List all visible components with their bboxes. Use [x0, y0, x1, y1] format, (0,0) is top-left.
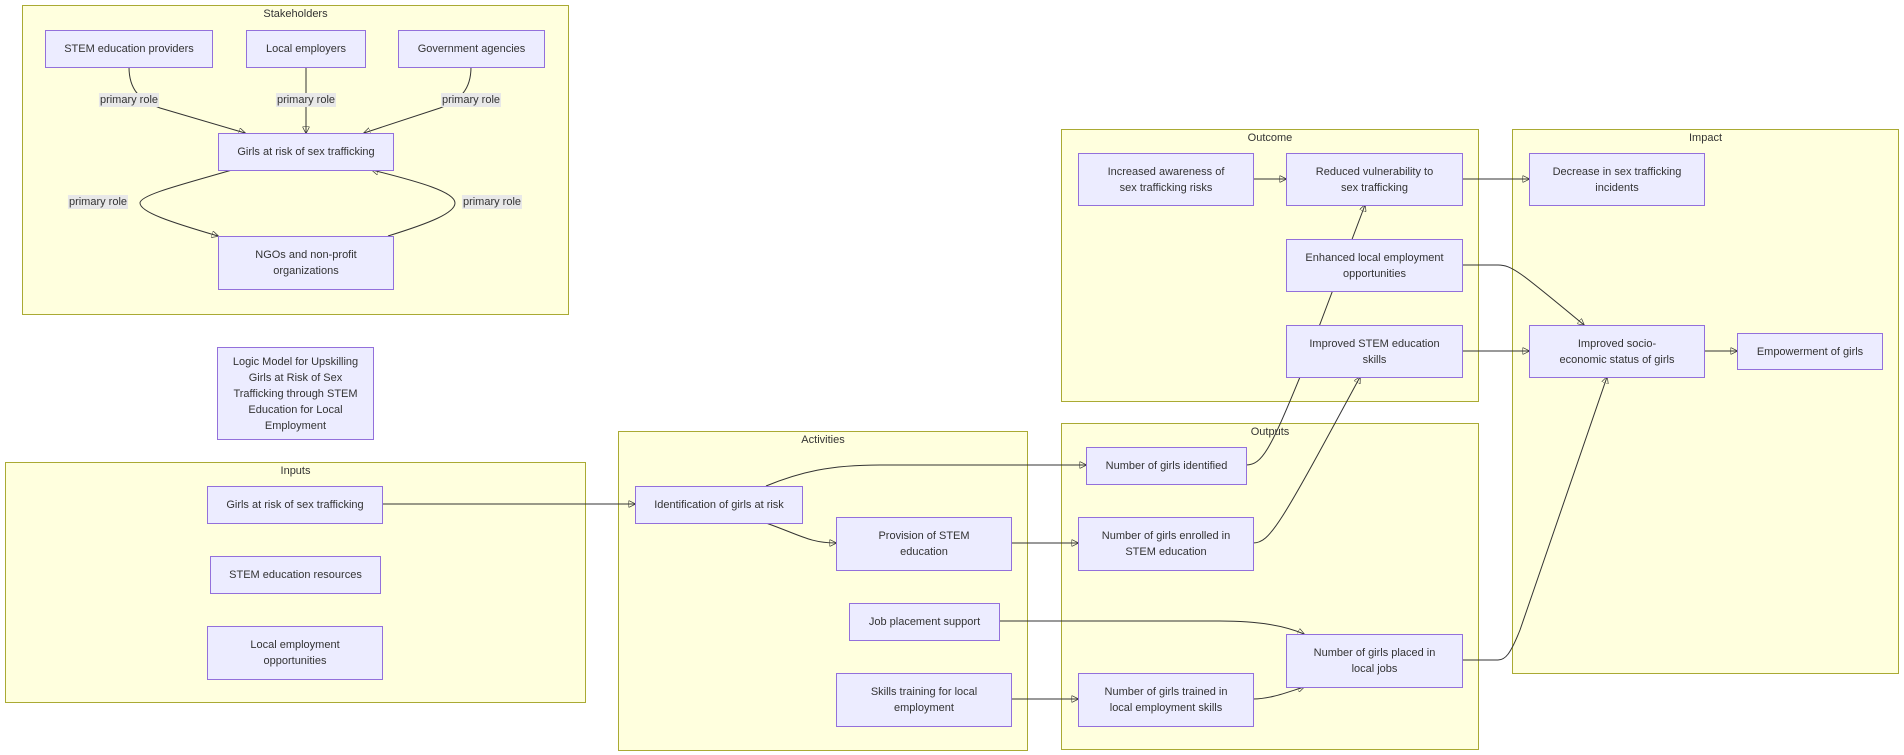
cluster-title-activities: Activities	[801, 434, 845, 446]
node-empowerment-of-girls[interactable]: Empowerment of girls	[1737, 333, 1883, 370]
node-job-placement-support[interactable]: Job placement support	[849, 603, 1000, 641]
node-provision-of-stem[interactable]: Provision of STEM education	[836, 517, 1012, 571]
node-stem-education-resources[interactable]: STEM education resources	[210, 556, 381, 594]
node-reduced-vulnerability[interactable]: Reduced vulnerability to sex trafficking	[1286, 153, 1463, 206]
node-enhanced-employment[interactable]: Enhanced local employment opportunities	[1286, 239, 1463, 292]
edge-label-stem-to-girls: primary role	[98, 93, 160, 107]
node-local-employers[interactable]: Local employers	[246, 30, 366, 68]
node-number-trained[interactable]: Number of girls trained in local employm…	[1078, 673, 1254, 727]
cluster-impact: Impact	[1512, 129, 1899, 674]
edge-label-ngos-to-girls: primary role	[461, 195, 523, 209]
cluster-title-outcome: Outcome	[1247, 132, 1293, 144]
edge-label-employers-to-girls: primary role	[275, 93, 337, 107]
node-local-employment-opportunities[interactable]: Local employment opportunities	[207, 626, 383, 680]
diagram-title-node: Logic Model for Upskilling Girls at Risk…	[217, 347, 374, 440]
node-decrease-incidents[interactable]: Decrease in sex trafficking incidents	[1529, 153, 1705, 206]
node-government-agencies[interactable]: Government agencies	[398, 30, 545, 68]
node-identification-of-girls[interactable]: Identification of girls at risk	[635, 486, 803, 524]
cluster-title-impact: Impact	[1688, 132, 1722, 144]
node-ngos[interactable]: NGOs and non-profit organizations	[218, 236, 394, 290]
node-number-identified[interactable]: Number of girls identified	[1086, 447, 1247, 485]
node-number-enrolled[interactable]: Number of girls enrolled in STEM educati…	[1078, 517, 1254, 571]
cluster-title-outputs: Outputs	[1250, 426, 1290, 438]
cluster-title-inputs: Inputs	[280, 465, 311, 477]
node-skills-training[interactable]: Skills training for local employment	[836, 673, 1012, 727]
edge-label-gov-to-girls: primary role	[440, 93, 502, 107]
cluster-title-stakeholders: Stakeholders	[263, 8, 328, 20]
edge-label-girls-to-ngos: primary role	[67, 195, 129, 209]
node-girls-at-risk-stakeholder[interactable]: Girls at risk of sex trafficking	[218, 133, 394, 171]
node-improved-stem-skills[interactable]: Improved STEM education skills	[1286, 325, 1463, 378]
node-increased-awareness[interactable]: Increased awareness of sex trafficking r…	[1078, 153, 1254, 206]
node-stem-education-providers[interactable]: STEM education providers	[45, 30, 213, 68]
node-number-placed[interactable]: Number of girls placed in local jobs	[1286, 634, 1463, 688]
node-girls-at-risk-input[interactable]: Girls at risk of sex trafficking	[207, 486, 383, 524]
node-improved-socioeconomic[interactable]: Improved socio-economic status of girls	[1529, 325, 1705, 378]
